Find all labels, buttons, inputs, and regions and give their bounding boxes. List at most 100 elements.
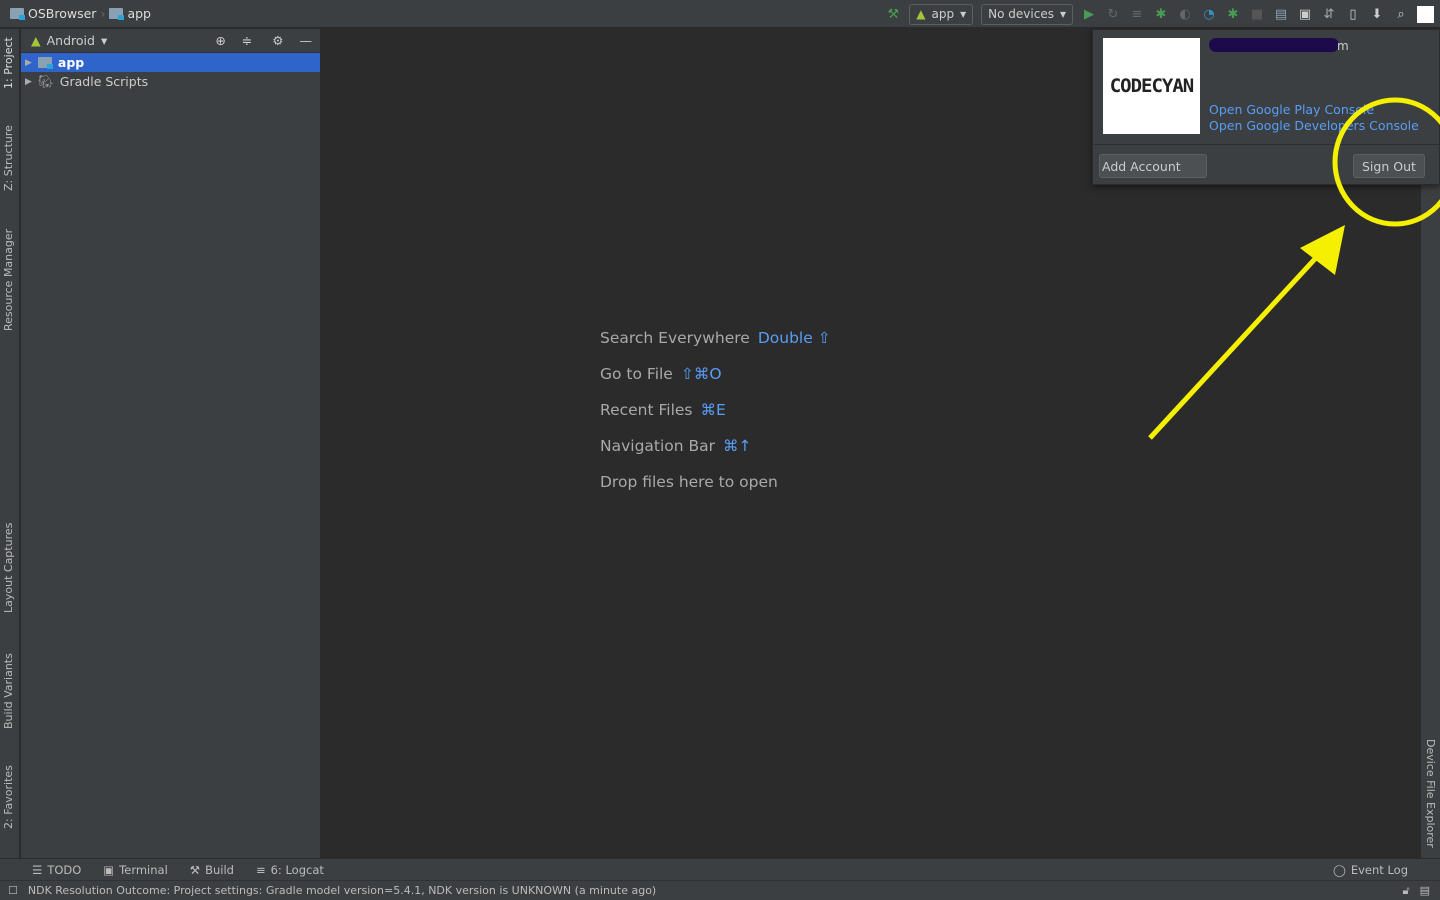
- logcat-icon: ≡: [255, 862, 266, 877]
- module-folder-icon: [37, 57, 53, 69]
- email-tail: m: [1337, 39, 1349, 53]
- main-toolbar: ⚒ ▲ app ▾ No devices ▾ ▶ ↻ ≡ ✱ ◐ ◔ ✱ ■ ▤ ▣ …: [885, 0, 1440, 28]
- divider: [1093, 144, 1439, 145]
- status-bar: ☐ NDK Resolution Outcome: Project settin…: [0, 880, 1440, 900]
- gradle-icon: 🐘︎: [37, 73, 54, 89]
- chevron-down-icon: ▾: [1059, 7, 1066, 21]
- breadcrumb-module[interactable]: app: [127, 6, 151, 21]
- tab-layout-captures[interactable]: Layout Captures: [2, 523, 15, 613]
- tab-build[interactable]: ⚒ Build: [190, 863, 234, 877]
- hint-navigation-bar: Navigation Bar ⌘↑: [600, 428, 831, 464]
- tree-item-gradle-scripts[interactable]: ▶ 🐘︎ Gradle Scripts: [21, 72, 320, 91]
- hint-search-everywhere: Search Everywhere Double ⇧: [600, 320, 831, 356]
- bottom-tool-strip: ☰ TODO ▣ Terminal ⚒ Build ≡ 6: Logcat ◯ Event…: [0, 858, 1440, 880]
- tab-device-file-explorer[interactable]: Device File Explorer: [1424, 739, 1437, 848]
- left-tool-strip: 1: Project Z: Structure Resource Manager…: [0, 29, 20, 858]
- project-view-select[interactable]: Android: [47, 33, 95, 48]
- apply-code-changes-icon[interactable]: ≡: [1129, 6, 1145, 22]
- stop-icon[interactable]: ■: [1249, 6, 1265, 22]
- memory-indicator-icon[interactable]: ▤: [1420, 884, 1430, 897]
- breadcrumb: OSBrowser › app: [0, 6, 151, 21]
- coverage-icon[interactable]: ◐: [1177, 6, 1193, 22]
- device-select[interactable]: No devices ▾: [981, 3, 1073, 25]
- tree-item-label: Gradle Scripts: [59, 74, 149, 89]
- hint-shortcut: Double ⇧: [757, 329, 831, 347]
- hint-label: Recent Files: [600, 401, 693, 419]
- account-avatar[interactable]: [1417, 5, 1434, 23]
- run-config-label: app: [931, 7, 955, 21]
- tab-structure[interactable]: Z: Structure: [2, 125, 15, 191]
- tab-label: Build: [205, 862, 234, 877]
- tab-resource-manager[interactable]: Resource Manager: [2, 229, 15, 331]
- project-panel: ▲ Android ▾ ⊕ ≑ ⚙ — ▶ app ▶ 🐘︎ Gradle Scrip…: [21, 29, 321, 858]
- gear-icon[interactable]: ⚙: [272, 33, 283, 48]
- project-folder-icon: [10, 8, 25, 20]
- tree-item-label: app: [57, 55, 85, 70]
- email-redacted: [1209, 38, 1339, 52]
- navigation-bar: OSBrowser › app ⚒ ▲ app ▾ No devices ▾ ▶ ↻ …: [0, 0, 1440, 28]
- hint-go-to-file: Go to File ⇧⌘O: [600, 356, 831, 392]
- sign-out-button[interactable]: Sign Out: [1353, 154, 1425, 178]
- android-icon: ▲: [31, 33, 41, 48]
- module-folder-icon: [109, 8, 125, 20]
- collapse-all-icon[interactable]: ≑: [242, 33, 252, 48]
- hint-shortcut: ⌘↑: [723, 437, 752, 455]
- lock-icon[interactable]: 🔓︎: [1402, 884, 1409, 898]
- build-hammer-icon[interactable]: ⚒: [885, 6, 901, 22]
- project-structure-icon[interactable]: ▤: [1273, 6, 1289, 22]
- hint-shortcut: ⇧⌘O: [680, 365, 722, 383]
- apply-changes-icon[interactable]: ↻: [1105, 6, 1121, 22]
- hint-recent-files: Recent Files ⌘E: [600, 392, 831, 428]
- chevron-down-icon[interactable]: ▾: [101, 33, 107, 48]
- sync-gradle-icon[interactable]: ⇵: [1321, 6, 1337, 22]
- hint-label: Search Everywhere: [600, 329, 750, 347]
- hint-drop-files: Drop files here to open: [600, 464, 831, 500]
- run-icon[interactable]: ▶: [1081, 6, 1097, 22]
- breadcrumb-separator-icon: ›: [100, 6, 106, 21]
- tab-logcat[interactable]: ≡ 6: Logcat: [256, 863, 324, 877]
- toggle-tool-windows-icon[interactable]: ☐: [8, 884, 18, 897]
- tab-label: TODO: [47, 862, 82, 877]
- tab-label: Terminal: [119, 862, 168, 877]
- run-config-select[interactable]: ▲ app ▾: [909, 3, 974, 25]
- hammer-icon: ⚒: [189, 862, 201, 877]
- tab-label: Event Log: [1350, 862, 1408, 877]
- debug-icon[interactable]: ✱: [1153, 6, 1169, 22]
- avd-manager-icon[interactable]: ▣: [1297, 6, 1313, 22]
- terminal-icon: ▣: [103, 862, 115, 877]
- tab-event-log[interactable]: ◯ Event Log: [1333, 863, 1408, 877]
- tab-label: 6: Logcat: [270, 862, 324, 877]
- expand-arrow-icon[interactable]: ▶: [25, 58, 32, 68]
- tab-build-variants[interactable]: Build Variants: [2, 653, 15, 729]
- editor-hints: Search Everywhere Double ⇧ Go to File ⇧⌘O …: [600, 320, 831, 500]
- hint-label: Navigation Bar: [600, 437, 716, 455]
- expand-arrow-icon[interactable]: ▶: [25, 77, 32, 87]
- tab-project[interactable]: 1: Project: [2, 37, 15, 89]
- list-icon: ☰: [32, 862, 43, 877]
- locate-icon[interactable]: ⊕: [215, 33, 225, 48]
- chevron-down-icon: ▾: [960, 7, 967, 21]
- add-account-button[interactable]: Add Account: [1099, 154, 1207, 178]
- breadcrumb-project[interactable]: OSBrowser: [28, 6, 96, 21]
- status-message[interactable]: NDK Resolution Outcome: Project settings…: [28, 884, 656, 897]
- account-popup: CODECYAN m Open Google Play Console Open…: [1092, 29, 1440, 185]
- device-manager-icon[interactable]: ▯: [1345, 6, 1361, 22]
- hint-label: Go to File: [600, 365, 673, 383]
- hint-label: Drop files here to open: [600, 473, 778, 491]
- hide-icon[interactable]: —: [300, 33, 313, 48]
- open-developers-console-link[interactable]: Open Google Developers Console: [1209, 118, 1419, 133]
- search-icon[interactable]: ⌕: [1393, 6, 1409, 22]
- device-label: No devices: [988, 7, 1054, 21]
- project-panel-header: ▲ Android ▾ ⊕ ≑ ⚙ —: [21, 29, 320, 53]
- hint-shortcut: ⌘E: [700, 401, 726, 419]
- tab-todo[interactable]: ☰ TODO: [32, 863, 81, 877]
- open-play-console-link[interactable]: Open Google Play Console: [1209, 102, 1374, 117]
- event-log-icon: ◯: [1332, 862, 1346, 877]
- account-logo: CODECYAN: [1103, 38, 1200, 134]
- tab-terminal[interactable]: ▣ Terminal: [103, 863, 167, 877]
- tab-favorites[interactable]: 2: Favorites: [2, 765, 15, 829]
- sdk-manager-icon[interactable]: ⬇: [1369, 6, 1385, 22]
- attach-debugger-icon[interactable]: ✱: [1225, 6, 1241, 22]
- profile-icon[interactable]: ◔: [1201, 6, 1217, 22]
- tree-item-app[interactable]: ▶ app: [21, 53, 320, 72]
